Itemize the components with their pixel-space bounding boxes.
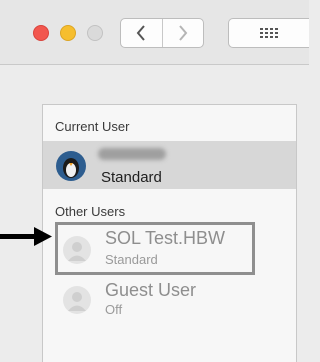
forward-button[interactable] xyxy=(161,19,204,47)
grid-icon xyxy=(260,28,278,38)
close-window-button[interactable] xyxy=(33,25,49,41)
arrow-right-icon xyxy=(0,227,52,246)
chevron-right-icon xyxy=(178,25,188,41)
penguin-icon xyxy=(63,158,79,178)
user-name: Guest User xyxy=(105,280,197,300)
guest-user-icon xyxy=(63,286,91,314)
back-button[interactable] xyxy=(121,19,162,47)
user-row-guest[interactable]: Guest User Off xyxy=(55,280,253,328)
navigation-button-group xyxy=(120,18,204,48)
zoom-window-button[interactable] xyxy=(87,25,103,41)
current-user-heading: Current User xyxy=(55,119,130,134)
current-user-row[interactable]: Standard xyxy=(43,141,296,189)
highlight-box xyxy=(55,222,255,275)
user-avatar xyxy=(56,151,86,181)
current-user-name-redacted xyxy=(98,148,166,160)
minimize-window-button[interactable] xyxy=(60,25,76,41)
show-all-button[interactable] xyxy=(228,18,309,48)
current-user-status: Standard xyxy=(101,169,162,186)
window-titlebar xyxy=(0,0,309,65)
other-users-heading: Other Users xyxy=(55,204,126,219)
user-status: Off xyxy=(105,302,123,317)
chevron-left-icon xyxy=(136,25,146,41)
